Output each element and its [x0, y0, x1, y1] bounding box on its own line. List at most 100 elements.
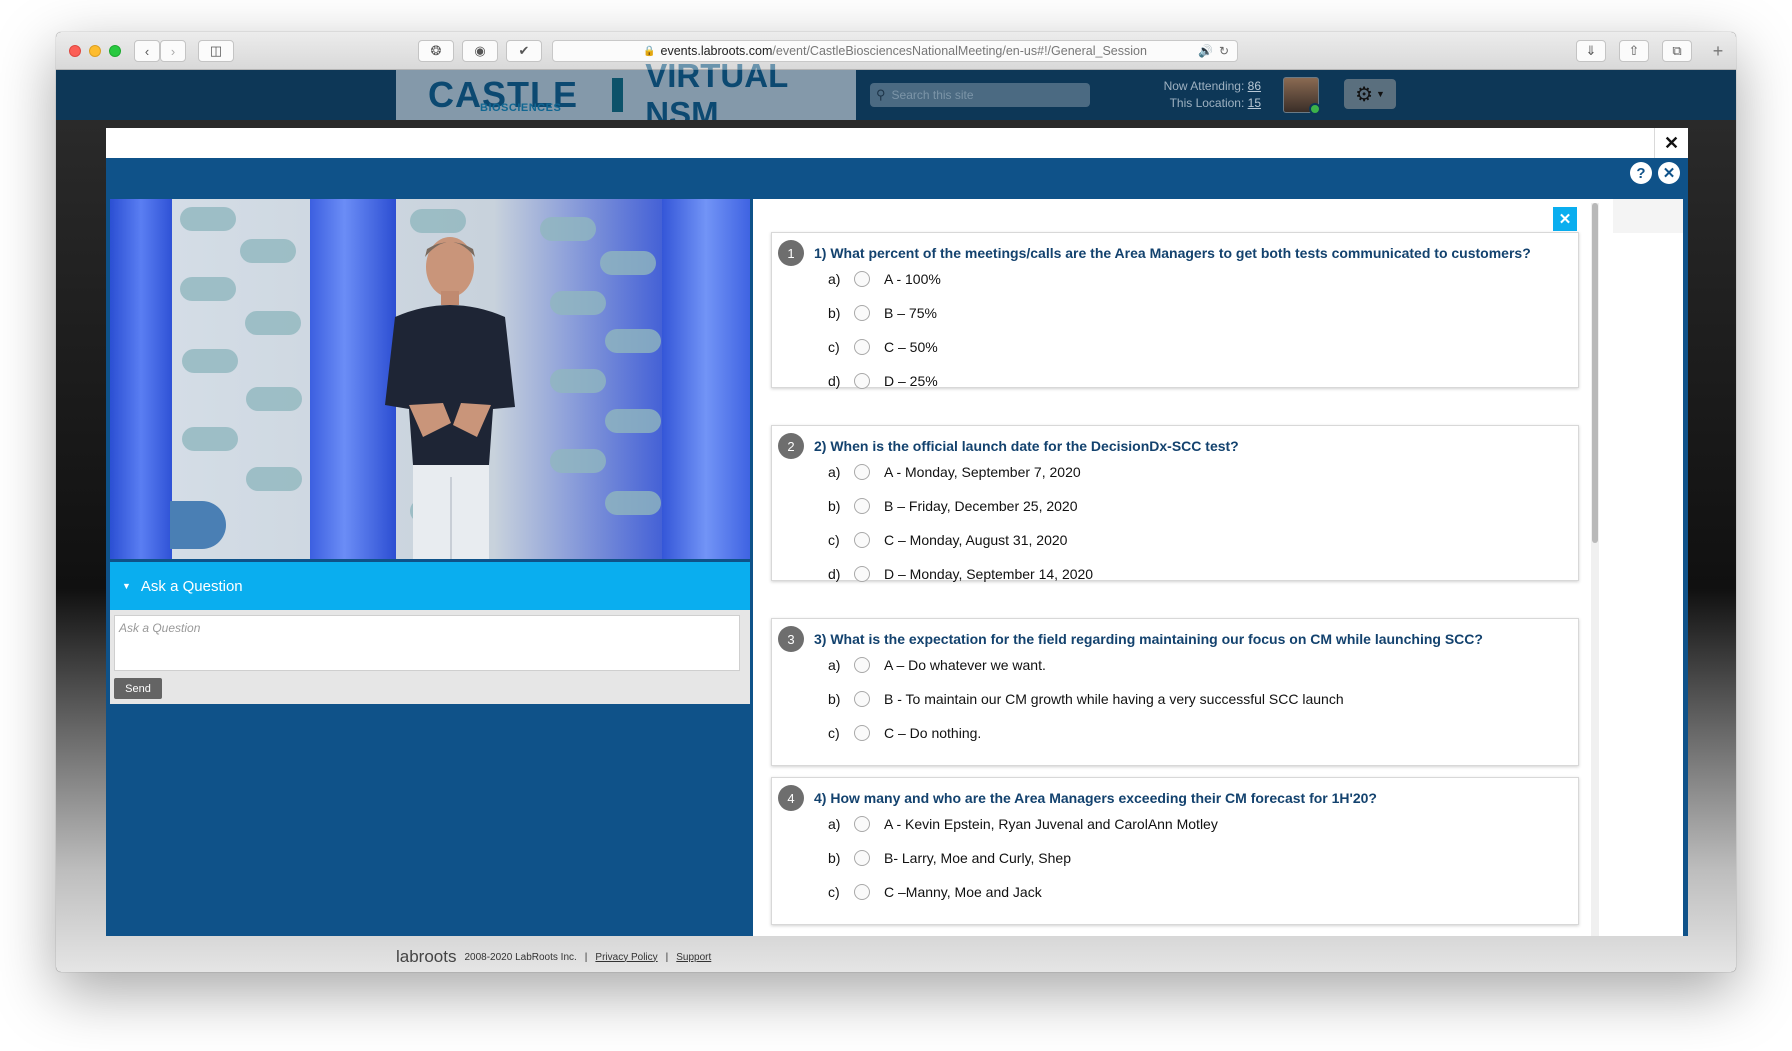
share-icon: ⇧: [1628, 43, 1640, 58]
option-text: B - To maintain our CM growth while havi…: [884, 691, 1344, 707]
backdrop-shape: [246, 387, 302, 411]
answer-option[interactable]: b) B- Larry, Moe and Curly, Shep: [828, 848, 1071, 868]
lock-icon: 🔒: [643, 45, 656, 57]
radio-button[interactable]: [854, 691, 870, 707]
this-location-count[interactable]: 15: [1248, 96, 1261, 110]
extension-button-2[interactable]: ◉: [462, 40, 498, 62]
radio-button[interactable]: [854, 566, 870, 582]
extension-button-3[interactable]: ✔: [506, 40, 542, 62]
backdrop-shape: [170, 501, 226, 549]
quiz-panel: ✕ 1 1) What percent of the meetings/call…: [753, 199, 1613, 936]
quiz-scrollbar[interactable]: [1591, 203, 1599, 936]
new-tab-button[interactable]: +: [1706, 40, 1730, 62]
option-letter: a): [828, 464, 841, 480]
backdrop-shape: [550, 291, 606, 315]
support-link[interactable]: Support: [676, 952, 711, 963]
minimize-window-button[interactable]: [89, 45, 101, 57]
close-icon: ✕: [1558, 211, 1572, 228]
radio-button[interactable]: [854, 884, 870, 900]
question-card: 1 1) What percent of the meetings/calls …: [771, 232, 1579, 391]
radio-button[interactable]: [854, 532, 870, 548]
tabs-overview-button[interactable]: ⧉: [1662, 40, 1692, 62]
answer-option[interactable]: b) B – 75%: [828, 303, 937, 323]
answer-option[interactable]: c) C – 50%: [828, 337, 938, 357]
share-button[interactable]: ⇧: [1619, 40, 1649, 62]
stage-curtain: [662, 199, 750, 559]
radio-button[interactable]: [854, 271, 870, 287]
footer: labroots 2008-2020 LabRoots Inc. | Priva…: [56, 942, 1736, 972]
option-letter: a): [828, 657, 841, 673]
avatar[interactable]: [1283, 77, 1321, 115]
backdrop-shape: [605, 329, 661, 353]
option-text: B – Friday, December 25, 2020: [884, 498, 1078, 514]
question-text: 1) What percent of the meetings/calls ar…: [814, 245, 1531, 261]
close-window-button[interactable]: [69, 45, 81, 57]
question-icon: ?: [1636, 164, 1646, 182]
side-panel-header: [1613, 199, 1683, 233]
radio-button[interactable]: [854, 657, 870, 673]
quiz-close-button[interactable]: ✕: [1553, 207, 1577, 231]
event-logo[interactable]: CASTLE BIOSCIENCES VIRTUAL NSM: [396, 57, 856, 132]
answer-option[interactable]: d) D – Monday, September 14, 2020: [828, 564, 1093, 584]
scrollbar-thumb[interactable]: [1592, 203, 1598, 543]
radio-button[interactable]: [854, 498, 870, 514]
caret-down-icon: ▼: [122, 581, 131, 591]
answer-option[interactable]: c) C – Do nothing.: [828, 723, 981, 743]
option-letter: b): [828, 305, 841, 321]
modal-close-button[interactable]: ✕: [1654, 128, 1688, 158]
answer-option[interactable]: a) A – Do whatever we want.: [828, 655, 1046, 675]
answer-option[interactable]: d) D – 25%: [828, 371, 938, 391]
site-search-input[interactable]: ⚲ Search this site: [870, 83, 1090, 107]
radio-button[interactable]: [854, 816, 870, 832]
downloads-button[interactable]: ⇓: [1576, 40, 1606, 62]
help-button[interactable]: ?: [1630, 162, 1652, 184]
radio-button[interactable]: [854, 339, 870, 355]
radio-button[interactable]: [854, 725, 870, 741]
backdrop-shape: [605, 491, 661, 515]
back-button[interactable]: ‹: [134, 40, 160, 62]
question-text: 3) What is the expectation for the field…: [814, 631, 1483, 647]
option-text: C – Do nothing.: [884, 725, 982, 741]
close-icon: ✕: [1663, 132, 1680, 153]
radio-button[interactable]: [854, 373, 870, 389]
answer-option[interactable]: b) B – Friday, December 25, 2020: [828, 496, 1078, 516]
backdrop-shape: [180, 277, 236, 301]
zoom-window-button[interactable]: [109, 45, 121, 57]
answer-option[interactable]: a) A - Kevin Epstein, Ryan Juvenal and Ca…: [828, 814, 1218, 834]
ask-question-title: Ask a Question: [140, 577, 243, 595]
settings-menu-button[interactable]: ⚙ ▼: [1344, 79, 1396, 109]
option-text: B- Larry, Moe and Curly, Shep: [884, 850, 1072, 866]
forward-button[interactable]: ›: [160, 40, 186, 62]
radio-button[interactable]: [854, 305, 870, 321]
footer-separator: |: [665, 951, 669, 963]
backdrop-shape: [550, 369, 606, 393]
close-session-button[interactable]: ✕: [1658, 162, 1680, 184]
now-attending-count[interactable]: 86: [1248, 79, 1261, 93]
radio-button[interactable]: [854, 850, 870, 866]
video-player[interactable]: [110, 199, 750, 559]
option-letter: a): [828, 816, 841, 832]
answer-option[interactable]: c) C –Manny, Moe and Jack: [828, 882, 1042, 902]
extension-button-1[interactable]: ❂: [418, 40, 454, 62]
send-button[interactable]: Send: [114, 678, 162, 699]
answer-option[interactable]: c) C – Monday, August 31, 2020: [828, 530, 1067, 550]
question-card: 4 4) How many and who are the Area Manag…: [771, 777, 1579, 925]
answer-option[interactable]: a) A - Monday, September 7, 2020: [828, 462, 1081, 482]
privacy-policy-link[interactable]: Privacy Policy: [595, 952, 657, 963]
sidebar-toggle-button[interactable]: ◫: [198, 40, 234, 62]
ask-question-input[interactable]: Ask a Question: [114, 615, 740, 671]
backdrop-shape: [182, 349, 238, 373]
reload-icon[interactable]: ↻: [1219, 44, 1229, 58]
radio-button[interactable]: [854, 464, 870, 480]
option-letter: b): [828, 498, 841, 514]
backdrop-shape: [540, 217, 596, 241]
speaker-icon[interactable]: 🔊: [1198, 44, 1213, 58]
gear-icon: ⚙: [1355, 83, 1373, 106]
answer-option[interactable]: b) B - To maintain our CM growth while ha…: [828, 689, 1344, 709]
chevron-right-icon: ›: [170, 43, 176, 59]
ask-question-toggle[interactable]: ▼ Ask a Question: [110, 562, 750, 610]
ask-question-placeholder: Ask a Question: [119, 621, 201, 635]
backdrop-shape: [180, 207, 236, 231]
answer-option[interactable]: a) A - 100%: [828, 269, 941, 289]
backdrop-shape: [240, 239, 296, 263]
